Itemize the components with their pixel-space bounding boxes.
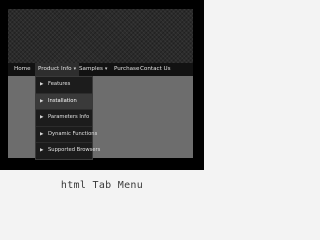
menu-item-samples[interactable]: Samples ▾: [79, 63, 107, 76]
chevron-down-icon: ▾: [104, 66, 108, 72]
menu-bar: Home Product Info ▾ Samples ▾ Purchase Con…: [8, 63, 193, 76]
textured-header-panel: [8, 9, 193, 63]
menu-item-contact-us[interactable]: Contact Us: [140, 63, 171, 76]
menu-item-label: Home: [14, 66, 31, 72]
triangle-right-icon: ▶: [40, 131, 44, 137]
triangle-right-icon: ▶: [40, 98, 44, 104]
chevron-down-icon: ▾: [73, 66, 77, 72]
dropdown-item-label: Installation: [48, 97, 77, 104]
dropdown-item-label: Features: [48, 81, 71, 87]
menu-item-label: Product Info: [38, 66, 72, 72]
dropdown-item-installation[interactable]: ▶ Installation: [36, 93, 92, 110]
dropdown-item-parameters-info[interactable]: ▶ Parameters Info: [36, 110, 92, 127]
dropdown-item-label: Parameters Info: [48, 114, 90, 120]
triangle-right-icon: ▶: [40, 82, 44, 87]
triangle-right-icon: ▶: [40, 115, 44, 120]
menu-item-label: Purchase: [114, 66, 140, 72]
menu-item-purchase[interactable]: Purchase: [114, 63, 139, 76]
dropdown-item-dynamic-functions[interactable]: ▶ Dynamic Functions: [36, 127, 97, 143]
dropdown-item-supported-browsers[interactable]: ▶ Supported Browsers: [36, 143, 100, 159]
menu-item-product-info[interactable]: Product Info ▾: [35, 63, 80, 76]
menu-item-home[interactable]: Home: [14, 63, 31, 76]
dropdown-item-label: Dynamic Functions: [48, 130, 98, 137]
caption-title: html Tab Menu: [60, 180, 144, 191]
dropdown-item-features[interactable]: ▶ Features: [36, 77, 92, 94]
dropdown-item-label: Supported Browsers: [48, 147, 101, 153]
product-info-dropdown: ▶ Features ▶ Installation ▶ Parameters I…: [35, 76, 100, 160]
menu-item-label: Contact Us: [140, 66, 171, 72]
menu-item-label: Samples: [79, 66, 103, 72]
triangle-right-icon: ▶: [40, 148, 44, 153]
screenshot-page: Home Product Info ▾ Samples ▾ Purchase Con…: [0, 0, 204, 209]
